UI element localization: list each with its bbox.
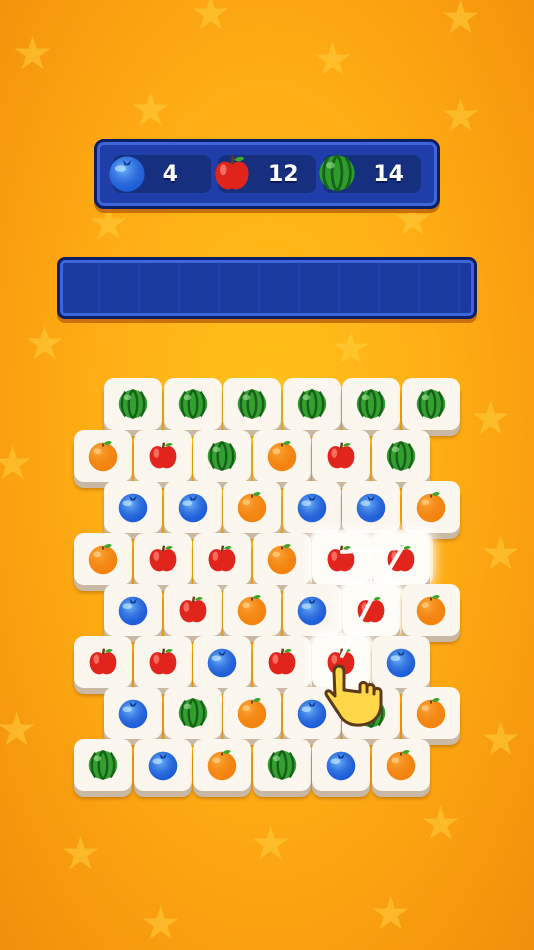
tile-blueberry[interactable] — [104, 687, 162, 739]
tile-orange[interactable] — [252, 429, 311, 482]
tile-orange[interactable] — [401, 687, 460, 739]
tile-orange[interactable] — [74, 532, 132, 585]
apple-icon — [149, 442, 176, 468]
apple-icon — [208, 545, 236, 571]
watermelon-icon — [178, 388, 207, 420]
tile-watermelon[interactable] — [104, 378, 162, 430]
tile-blueberry[interactable] — [282, 584, 341, 636]
orange-icon — [207, 749, 237, 780]
tile-watermelon[interactable] — [282, 378, 341, 430]
apple-icon — [327, 545, 355, 571]
tile-watermelon[interactable] — [371, 429, 430, 482]
tile-orange[interactable] — [223, 687, 281, 739]
orange-icon — [237, 698, 267, 729]
orange-icon — [416, 595, 445, 626]
tile-orange[interactable] — [252, 532, 311, 585]
tile-orange[interactable] — [223, 584, 281, 636]
tile-watermelon[interactable] — [252, 738, 311, 791]
tile-board[interactable] — [0, 0, 534, 950]
tile-orange[interactable] — [74, 429, 132, 482]
apple-icon — [149, 648, 176, 674]
orange-icon — [267, 543, 296, 574]
blueberry-icon — [148, 751, 177, 780]
tile-watermelon[interactable] — [401, 378, 460, 430]
tile-apple[interactable] — [133, 429, 192, 482]
tile-blueberry[interactable] — [193, 635, 251, 688]
tile-watermelon[interactable] — [342, 378, 400, 430]
watermelon-icon — [297, 388, 326, 420]
tile-apple[interactable] — [163, 584, 222, 636]
apple-icon — [357, 596, 385, 623]
tile-watermelon[interactable] — [163, 687, 222, 739]
orange-icon — [267, 440, 296, 471]
tile-blueberry[interactable] — [282, 481, 341, 533]
watermelon-icon — [416, 388, 445, 420]
tile-watermelon[interactable] — [163, 378, 222, 430]
orange-icon — [88, 440, 118, 471]
apple-icon — [149, 545, 176, 571]
blueberry-icon — [118, 493, 148, 523]
tile-apple[interactable] — [312, 532, 370, 585]
tile-orange[interactable] — [193, 738, 251, 791]
apple-icon — [268, 648, 295, 674]
tile-apple[interactable] — [371, 532, 430, 585]
watermelon-icon — [386, 440, 415, 471]
watermelon-icon — [178, 697, 207, 729]
orange-icon — [416, 492, 445, 523]
tile-blueberry[interactable] — [163, 481, 222, 533]
blueberry-icon — [118, 596, 148, 626]
apple-icon — [89, 648, 117, 674]
apple-icon — [387, 545, 414, 571]
tile-watermelon[interactable] — [74, 738, 132, 791]
tile-apple[interactable] — [312, 429, 370, 482]
tile-watermelon[interactable] — [223, 378, 281, 430]
watermelon-icon — [118, 388, 148, 420]
tile-blueberry[interactable] — [312, 738, 370, 791]
tile-watermelon[interactable] — [193, 429, 251, 482]
blueberry-icon — [297, 493, 326, 523]
tile-orange[interactable] — [371, 738, 430, 791]
blueberry-icon — [178, 493, 207, 523]
watermelon-icon — [267, 749, 296, 780]
tile-apple[interactable] — [133, 635, 192, 688]
blueberry-icon — [118, 699, 148, 729]
apple-icon — [327, 442, 355, 468]
tile-orange[interactable] — [223, 481, 281, 533]
watermelon-icon — [207, 440, 237, 471]
blueberry-icon — [356, 493, 386, 523]
orange-icon — [237, 595, 267, 626]
orange-icon — [237, 492, 267, 523]
pointing-hand-icon — [324, 664, 383, 727]
apple-icon — [179, 596, 206, 623]
tile-apple[interactable] — [193, 532, 251, 585]
blueberry-icon — [297, 596, 326, 626]
orange-icon — [88, 543, 118, 574]
tile-orange[interactable] — [401, 481, 460, 533]
watermelon-icon — [237, 388, 267, 420]
tile-apple[interactable] — [342, 584, 400, 636]
tile-orange[interactable] — [401, 584, 460, 636]
tile-blueberry[interactable] — [342, 481, 400, 533]
watermelon-icon — [88, 749, 118, 780]
orange-icon — [416, 698, 445, 729]
blueberry-icon — [386, 648, 415, 677]
tile-apple[interactable] — [74, 635, 132, 688]
tile-blueberry[interactable] — [133, 738, 192, 791]
blueberry-icon — [326, 751, 356, 780]
tile-apple[interactable] — [133, 532, 192, 585]
tile-apple[interactable] — [252, 635, 311, 688]
blueberry-icon — [207, 648, 237, 677]
tile-blueberry[interactable] — [104, 584, 162, 636]
watermelon-icon — [356, 388, 386, 420]
tile-blueberry[interactable] — [104, 481, 162, 533]
orange-icon — [386, 749, 415, 780]
